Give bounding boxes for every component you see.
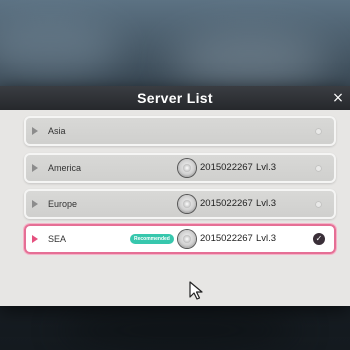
server-flag-icon <box>32 164 38 172</box>
selected-check-icon[interactable]: ✓ <box>313 233 325 245</box>
player-id: 2015022267 <box>200 198 253 209</box>
server-flag-icon <box>32 235 38 243</box>
player-id: 2015022267 <box>200 233 253 244</box>
server-flag-icon <box>32 200 38 208</box>
server-radio[interactable] <box>315 201 322 208</box>
server-name: Asia <box>48 126 66 136</box>
player-level: Lvl.3 <box>256 198 277 209</box>
player-id: 2015022267 <box>200 162 253 173</box>
server-row-europe[interactable]: Europe 2015022267 Lvl.3 <box>24 189 336 219</box>
server-row-sea[interactable]: SEA Recommended 2015022267 Lvl.3 ✓ <box>24 224 336 254</box>
server-name: SEA <box>48 234 67 244</box>
server-row-asia[interactable]: Asia <box>24 116 336 146</box>
server-name: America <box>48 163 82 173</box>
player-level: Lvl.3 <box>256 162 277 173</box>
player-avatar-icon <box>178 195 196 213</box>
recommended-badge: Recommended <box>130 234 174 244</box>
server-name: Europe <box>48 199 78 209</box>
player-level: Lvl.3 <box>256 233 277 244</box>
mouse-cursor-icon <box>189 281 203 300</box>
server-radio[interactable] <box>315 165 322 172</box>
server-row-america[interactable]: America 2015022267 Lvl.3 <box>24 153 336 183</box>
server-list-dialog: Server List × Asia America 2015022267 Lv… <box>0 86 350 306</box>
dialog-title: Server List <box>137 90 213 106</box>
player-avatar-icon <box>178 159 196 177</box>
server-flag-icon <box>32 127 38 135</box>
close-icon[interactable]: × <box>330 90 346 106</box>
dialog-header: Server List × <box>0 86 350 110</box>
player-avatar-icon <box>178 230 196 248</box>
server-radio[interactable] <box>315 128 322 135</box>
